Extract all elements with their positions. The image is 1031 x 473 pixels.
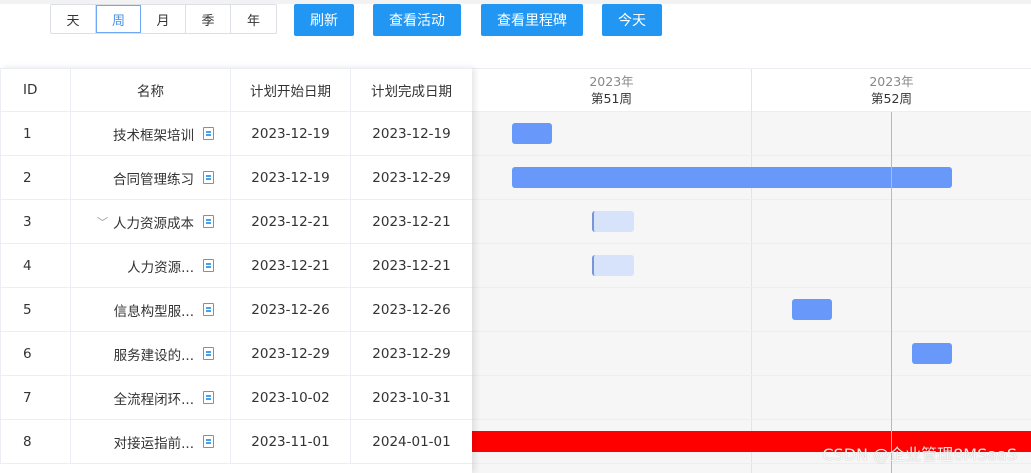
gantt-bar[interactable] (792, 299, 832, 320)
cell-start-date: 2023-12-26 (231, 288, 351, 331)
expand-chevron-icon[interactable]: ﹀ (97, 214, 108, 230)
table-row[interactable]: 3 ﹀ 人力资源成本 2023-12-21 2023-12-21 (0, 200, 472, 244)
cell-id: 5 (0, 288, 71, 331)
week-51-header: 2023年 第51周 (472, 69, 751, 112)
document-view-icon[interactable] (203, 259, 214, 272)
scale-year-button[interactable]: 年 (231, 5, 276, 33)
week-year-label: 2023年 (589, 74, 634, 89)
cell-name: ﹀ 人力资源成本 (71, 200, 231, 243)
column-header-name[interactable]: 名称 (71, 69, 231, 111)
cell-id: 2 (0, 156, 71, 199)
task-name-label: 信息构型服... (113, 303, 194, 320)
table-row[interactable]: 7 全流程闭环... 2023-10-02 2023-10-31 (0, 376, 472, 420)
cell-end-date: 2023-10-31 (372, 389, 451, 406)
cell-name: 全流程闭环... (71, 376, 231, 419)
document-view-icon[interactable] (203, 347, 214, 360)
cell-start-date: 2023-12-21 (231, 200, 351, 243)
cell-end-date: 2023-12-19 (372, 125, 451, 142)
grid-body: 1 技术框架培训 2023-12-19 2023-12-19 2 合同管理练习 2023-1… (0, 112, 472, 464)
time-scale-selector: 天 周 月 季 年 (50, 4, 277, 34)
view-activity-button[interactable]: 查看活动 (373, 4, 461, 36)
scale-month-button[interactable]: 月 (141, 5, 186, 33)
task-name-label: 人力资源成本 (113, 215, 194, 232)
scale-quarter-button[interactable]: 季 (186, 5, 231, 33)
cell-name: 服务建设的... (71, 332, 231, 375)
gantt-bar[interactable] (912, 343, 952, 364)
week-number-label: 第52周 (871, 91, 912, 106)
cell-start-date: 2023-12-29 (231, 332, 351, 375)
week-number-label: 第51周 (591, 91, 632, 106)
cell-start-date: 2023-11-01 (231, 420, 351, 463)
refresh-button[interactable]: 刷新 (294, 4, 354, 36)
document-view-icon[interactable] (203, 127, 214, 140)
cell-start-date: 2023-10-02 (231, 376, 351, 419)
cell-id: 6 (0, 332, 71, 375)
cell-end-date: 2023-12-29 (372, 345, 451, 362)
column-header-id[interactable]: ID (0, 69, 71, 111)
table-row[interactable]: 6 服务建设的... 2023-12-29 2023-12-29 (0, 332, 472, 376)
cell-id: 3 (0, 200, 71, 243)
today-button[interactable]: 今天 (602, 4, 662, 36)
timeline-row (472, 376, 1031, 420)
timeline-row (472, 288, 1031, 332)
table-row[interactable]: 4 人力资源... 2023-12-21 2023-12-21 (0, 244, 472, 288)
table-row[interactable]: 1 技术框架培训 2023-12-19 2023-12-19 (0, 112, 472, 156)
cell-name: 信息构型服... (71, 288, 231, 331)
task-name-label: 技术框架培训 (113, 127, 194, 144)
timeline-body (472, 112, 1031, 473)
gantt-bar[interactable] (512, 167, 952, 188)
cell-start-date: 2023-12-19 (231, 112, 351, 155)
task-name-label: 合同管理练习 (113, 171, 194, 188)
document-view-icon[interactable] (203, 215, 214, 228)
cell-name: 对接运指前... (71, 420, 231, 463)
column-header-end-date[interactable]: 计划完成日期 (351, 69, 472, 111)
document-view-icon[interactable] (203, 303, 214, 316)
timeline-row (472, 200, 1031, 244)
table-row[interactable]: 2 合同管理练习 2023-12-19 2023-12-29 (0, 156, 472, 200)
today-marker-line (891, 112, 892, 473)
table-row[interactable]: 8 对接运指前... 2023-11-01 2024-01-01 (0, 420, 472, 464)
document-view-icon[interactable] (203, 435, 214, 448)
gantt-timeline: 2023年 第51周 2023年 第52周 (472, 68, 1031, 473)
gantt-bar[interactable] (512, 123, 552, 144)
document-view-icon[interactable] (203, 171, 214, 184)
task-name-label: 对接运指前... (113, 435, 194, 452)
cell-end-date: 2024-01-01 (372, 433, 451, 450)
task-name-label: 全流程闭环... (113, 391, 194, 408)
watermark: CSDN @企业管理8MSaaS (822, 445, 1017, 464)
gantt-bar[interactable] (592, 211, 634, 232)
week-year-label: 2023年 (869, 74, 914, 89)
cell-id: 1 (0, 112, 71, 155)
cell-start-date: 2023-12-19 (231, 156, 351, 199)
cell-start-date: 2023-12-21 (231, 244, 351, 287)
timeline-row (472, 244, 1031, 288)
column-header-start-date[interactable]: 计划开始日期 (231, 69, 351, 111)
scale-day-button[interactable]: 天 (51, 5, 96, 33)
scale-week-button[interactable]: 周 (96, 5, 141, 33)
timeline-header: 2023年 第51周 2023年 第52周 (472, 68, 1031, 112)
task-name-label: 服务建设的... (113, 347, 194, 364)
cell-end-date: 2023-12-21 (372, 213, 451, 230)
cell-id: 7 (0, 376, 71, 419)
cell-end-date: 2023-12-29 (372, 169, 451, 186)
cell-id: 4 (0, 244, 71, 287)
cell-name: 人力资源... (71, 244, 231, 287)
table-row[interactable]: 5 信息构型服... 2023-12-26 2023-12-26 (0, 288, 472, 332)
cell-end-date: 2023-12-21 (372, 257, 451, 274)
timeline-row (472, 112, 1031, 156)
cell-end-date: 2023-12-26 (372, 301, 451, 318)
grid-header: ID 名称 计划开始日期 计划完成日期 (0, 68, 472, 112)
cell-id: 8 (0, 420, 71, 463)
cell-name: 技术框架培训 (71, 112, 231, 155)
task-grid: ID 名称 计划开始日期 计划完成日期 1 技术框架培训 2023-12-19 202… (0, 68, 472, 473)
gantt-bar[interactable] (592, 255, 634, 276)
cell-name: 合同管理练习 (71, 156, 231, 199)
task-name-label: 人力资源... (127, 259, 194, 276)
view-milestone-button[interactable]: 查看里程碑 (481, 4, 583, 36)
document-view-icon[interactable] (203, 391, 214, 404)
week-52-header: 2023年 第52周 (751, 69, 1031, 112)
